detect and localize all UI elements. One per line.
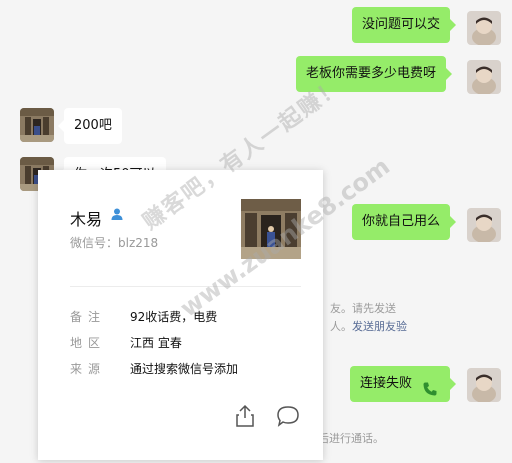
contact-avatar[interactable] xyxy=(20,108,54,142)
contact-name: 木易 xyxy=(70,210,103,229)
source-label: 来源 xyxy=(70,362,107,376)
wechat-id: 微信号：blz218 xyxy=(70,234,158,251)
system-notice: 人。发送朋友验 xyxy=(330,318,407,334)
wechat-id-value: blz218 xyxy=(118,236,159,250)
message-bubble-mine[interactable]: 没问题可以交 xyxy=(352,7,457,43)
system-notice-text: 人。 xyxy=(330,320,352,333)
phone-icon xyxy=(422,376,438,396)
my-avatar[interactable] xyxy=(467,60,501,94)
remark-label: 备注 xyxy=(70,310,107,324)
my-avatar[interactable] xyxy=(467,208,501,242)
source-value: 通过搜索微信号添加 xyxy=(130,362,239,376)
card-divider xyxy=(70,286,301,287)
my-avatar[interactable] xyxy=(467,11,501,45)
my-avatar[interactable] xyxy=(467,368,501,402)
chat-icon[interactable] xyxy=(276,405,300,431)
message-bubble-mine[interactable]: 你就自己用么 xyxy=(352,204,457,240)
send-friend-verification-link[interactable]: 发送朋友验 xyxy=(352,320,407,333)
region-value: 江西 宜春 xyxy=(130,336,182,350)
call-status-text: 连接失败 xyxy=(360,376,413,391)
system-notice: 后进行通话。 xyxy=(318,432,384,445)
message-bubble-contact[interactable]: 200吧 xyxy=(58,108,122,144)
region-label: 地区 xyxy=(70,336,107,350)
system-notice: 友。请先发送 xyxy=(330,302,396,315)
call-failed-bubble[interactable]: 连接失败 xyxy=(350,366,457,402)
share-icon[interactable] xyxy=(234,404,256,432)
user-icon xyxy=(110,206,124,225)
wechat-id-label: 微信号： xyxy=(70,236,119,250)
